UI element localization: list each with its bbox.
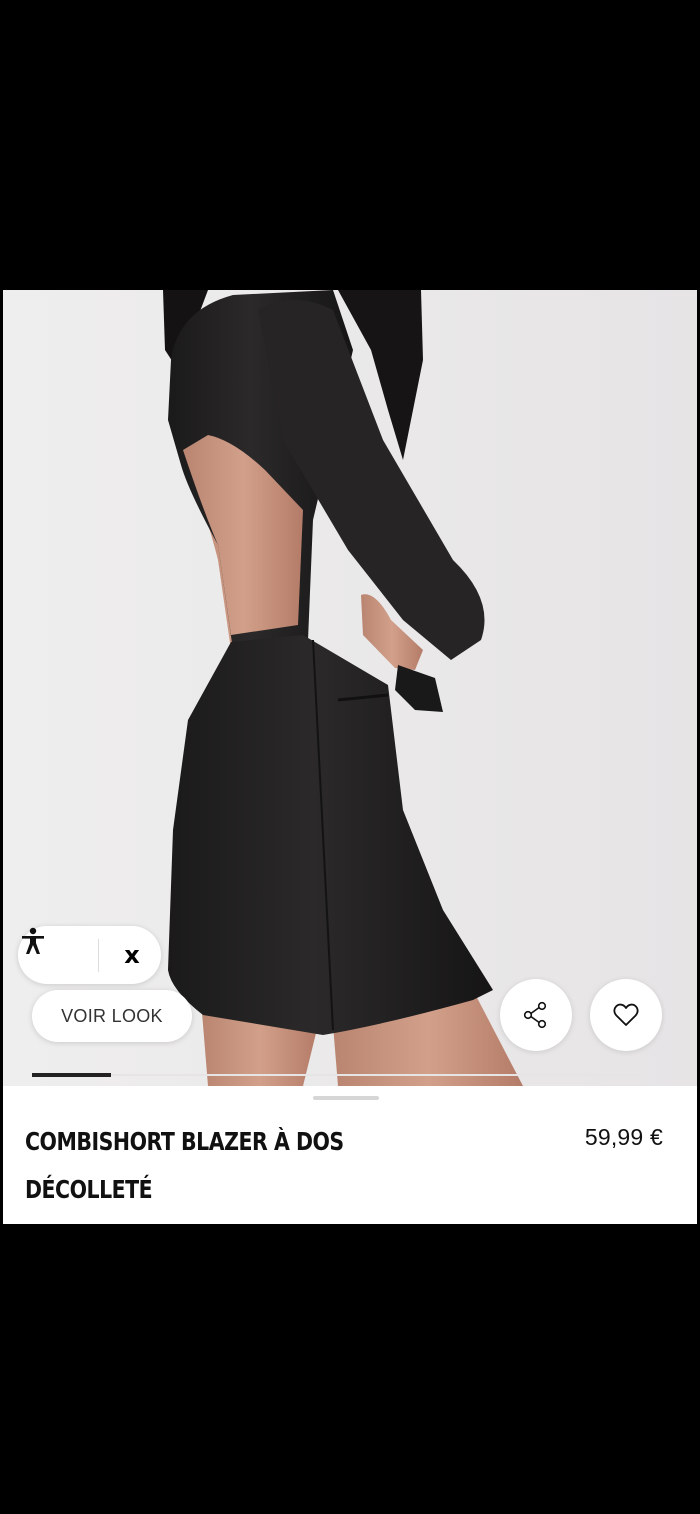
gallery-progress: [32, 1073, 664, 1077]
product-price: 59,99 €: [584, 1124, 663, 1150]
product-title: COMBISHORT BLAZER À DOS DÉCOLLETÉ: [25, 1127, 344, 1204]
accessibility-toolbar: x: [18, 926, 161, 984]
favorite-button[interactable]: [590, 979, 662, 1051]
divider: [98, 939, 99, 972]
voir-look-button[interactable]: VOIR LOOK: [32, 990, 192, 1042]
product-photo[interactable]: x VOIR LOOK: [3, 290, 697, 1086]
sheet-drag-handle[interactable]: [313, 1096, 379, 1100]
product-card: x VOIR LOOK COMBISHORT BLAZER À DOS DÉCO…: [3, 290, 697, 1224]
share-button[interactable]: [500, 979, 572, 1051]
gallery-progress-fill: [32, 1073, 111, 1077]
share-icon: [523, 1001, 547, 1029]
close-icon[interactable]: x: [118, 939, 146, 971]
heart-icon: [613, 1003, 639, 1026]
accessibility-person-icon[interactable]: [18, 926, 48, 956]
